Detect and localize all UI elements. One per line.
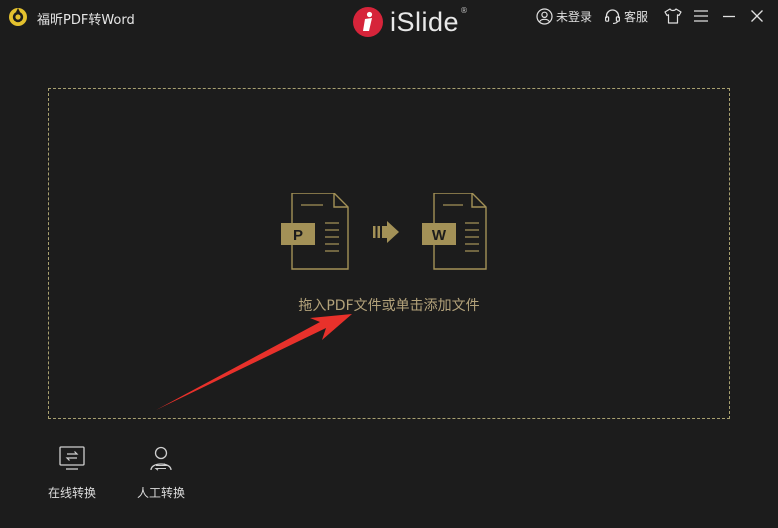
hamburger-menu-icon [694,10,708,22]
islide-logo-icon [353,7,383,37]
drop-hint-text: 拖入PDF文件或单击添加文件 [298,298,480,314]
service-label: 客服 [623,9,648,24]
minimize-icon [723,15,735,18]
tshirt-icon [664,8,682,24]
headset-icon [604,8,620,24]
close-icon [751,10,763,22]
user-icon [536,7,553,25]
menu-button[interactable] [688,3,714,29]
monitor-convert-icon [59,446,85,470]
word-file-icon: W [422,193,487,270]
app-logo-icon [9,8,27,26]
pdf-file-icon: P [281,193,349,270]
word-letter: W [432,227,447,244]
brand-logo: iSlide ® [352,5,468,39]
online-convert-label: 在线转换 [47,486,96,500]
manual-convert-button[interactable]: 人工转换 [129,444,193,504]
pdf-letter: P [293,227,303,244]
convert-arrow-icon [373,221,399,243]
login-label: 未登录 [555,9,592,24]
app-title: 福昕PDF转Word [37,13,135,28]
customer-service-button[interactable]: 客服 [604,8,648,25]
manual-convert-label: 人工转换 [136,486,185,500]
title-bar-controls: 未登录 客服 [536,0,778,32]
minimize-button[interactable] [716,3,742,29]
skin-button[interactable] [660,3,686,29]
pdf-to-word-illustration: P W [281,193,487,270]
title-bar: 福昕PDF转Word iSlide ® 未登录 客服 [0,0,778,37]
brand-name: iSlide [390,6,460,37]
person-convert-icon [150,446,172,471]
online-convert-button[interactable]: 在线转换 [40,444,104,504]
brand-registered-mark: ® [460,5,469,15]
close-button[interactable] [744,3,770,29]
file-drop-zone[interactable]: P W 拖入PDF文件或单击添加文件 [48,88,730,419]
login-button[interactable]: 未登录 [536,7,592,25]
